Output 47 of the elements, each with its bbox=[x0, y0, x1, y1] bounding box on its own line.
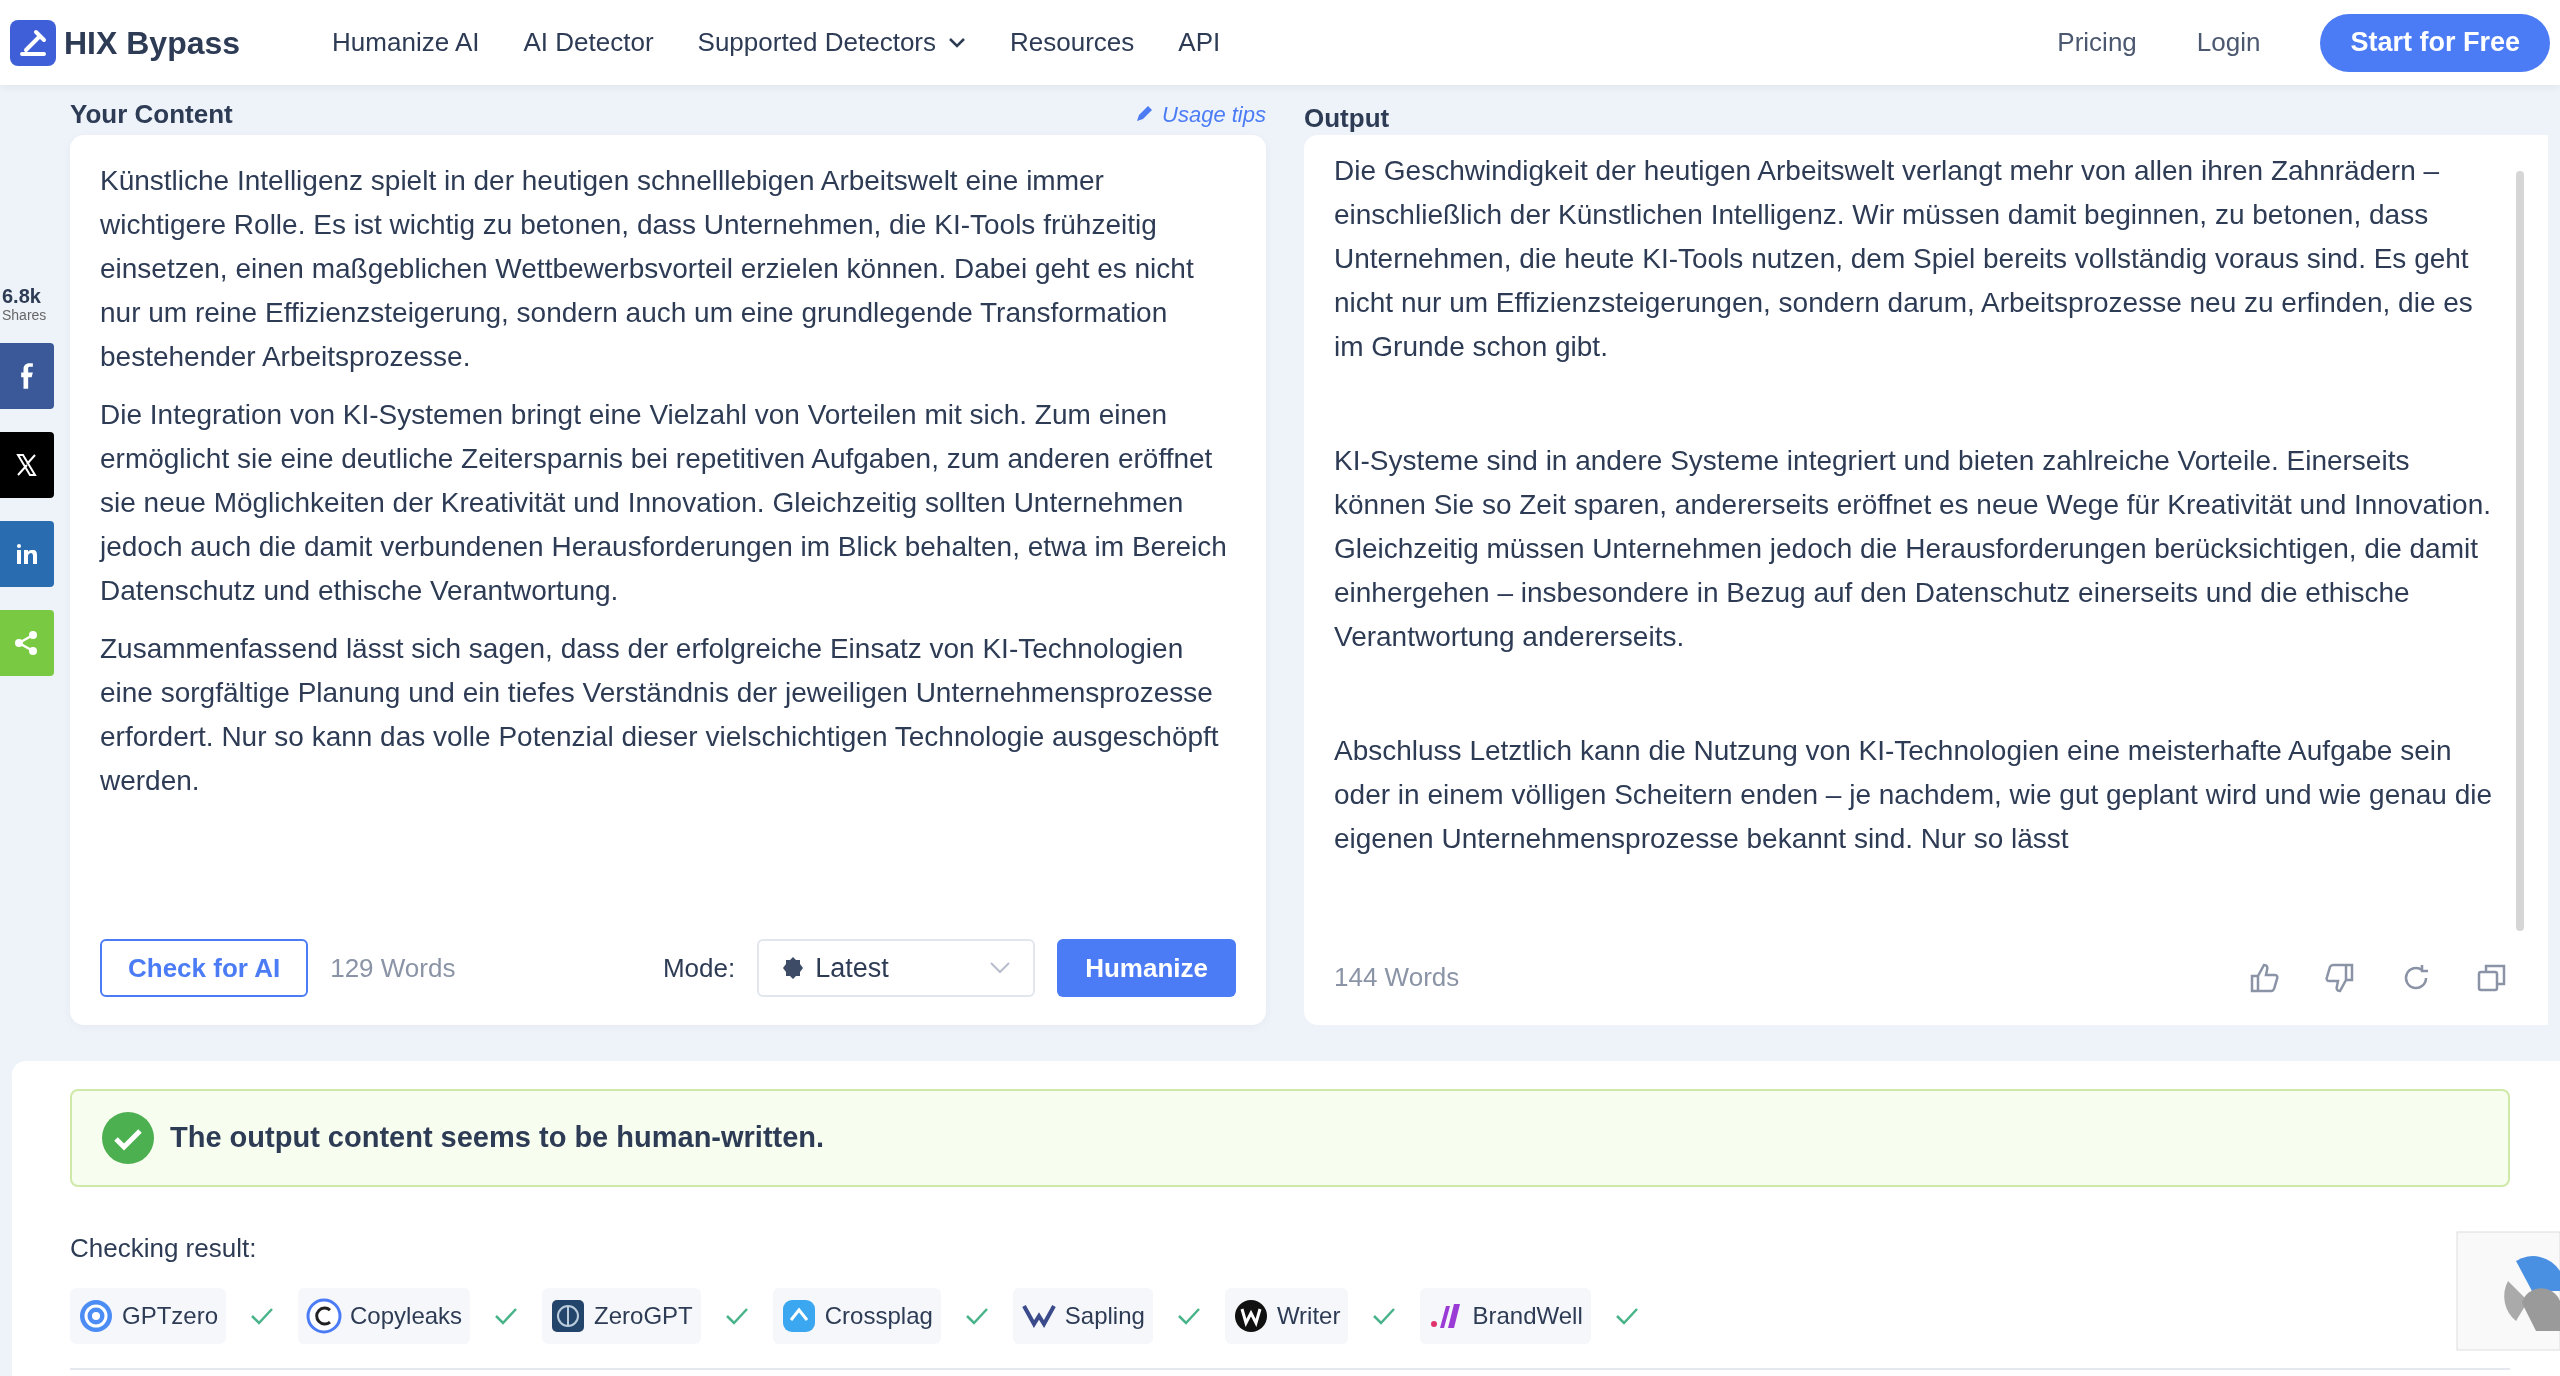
nav-link[interactable]: Humanize AI bbox=[332, 23, 480, 62]
mode-dropdown[interactable]: Latest bbox=[757, 939, 1036, 997]
logo-text[interactable]: HIX Bypass bbox=[64, 18, 241, 67]
chevron-down-icon bbox=[989, 961, 1012, 975]
check-ai-button[interactable]: Check for AI bbox=[100, 939, 309, 997]
detector-chip: ZeroGPT bbox=[542, 1288, 701, 1344]
output-text: Die Geschwindigkeit der heutigen Arbeitswelt verlangt mehr von allen ihren Zahnrädern – einschließlich der Künstlichen Intelligenz. Wir müssen damit beginnen, zu betonen, dass Unternehmen, die heute KI-Tools nutzen, dem Spiel bereits vollständig voraus sind. Es geht nicht nur um Effizienzsteigerungen, sondern darum, Arbeitsprozesse neu zu erfinden, die es im Grunde schon gibt. KI-Systeme sind in andere Systeme integriert und bieten zahlreiche Vorteile. Einerseits können Sie so Zeit sparen, andererseits eröffnet es neue Wege für Kreativität und Innovation. Gleichzeitig müssen Unternehmen jedoch die Herausforderungen berücksichtigen, die damit einhergehen – insbesondere in Bezug auf den Datenschutz einerseits und die ethische Verantwortung andererseits. Abschluss Letztlich kann die Nutzung von KI-Technologien eine meisterhafte Aufgabe sein oder in einem völligen Scheitern enden – je nachdem, wie gut geplant wird und wie genau die eigenen Unternehmensprozesse bekannt sind. Nur so lässt bbox=[1334, 154, 2494, 856]
nav-link[interactable]: AI Detector bbox=[523, 23, 654, 62]
result-heading: Checking result: bbox=[70, 1232, 258, 1265]
nav-link[interactable]: API bbox=[1178, 23, 1221, 62]
word-count: 129 Words bbox=[330, 951, 456, 985]
pencil-icon bbox=[1134, 104, 1155, 124]
badge-icon bbox=[781, 956, 806, 980]
panel-title: Your Content bbox=[70, 97, 233, 131]
detector-chip: GPTzero bbox=[70, 1288, 227, 1344]
facebook-share-button[interactable] bbox=[0, 343, 54, 409]
nav-link[interactable]: Login bbox=[2196, 23, 2261, 62]
detector-chip: Copyleaks bbox=[298, 1288, 471, 1344]
w-letter-icon bbox=[1232, 1298, 1269, 1334]
detector-chip: Sapling bbox=[1012, 1288, 1153, 1344]
detector-chip: BrandWell bbox=[1420, 1288, 1591, 1344]
thumbs-down-icon[interactable] bbox=[2324, 961, 2356, 994]
start-free-button[interactable]: Start for Free bbox=[2320, 13, 2550, 72]
input-text-area[interactable]: Künstliche Intelligenz spielt in der heutigen schnelllebigen Arbeitswelt eine immer wichtigere Rolle. Es ist wichtig zu betonen, dass Unternehmen, die KI-Tools frühzeitig einsetzen, einen maßgeblichen Wettbewerbsvorteil erzielen können. Dabei geht es nicht nur um reine Effizienzsteigerung, sondern auch um eine grundlegende Transformation bestehender Arbeitsprozesse. Die Integration von KI-Systemen bringt eine Vielzahl von Vorteilen mit sich. Zum einen ermöglicht sie eine deutliche Zeitersparnis bei repetitiven Aufgaben, zum anderen eröffnet sie neue Möglichkeiten der Kreativität und Innovation. Gleichzeitig sollten Unternehmen jedoch auch die damit verbundenen Herausforderungen im Blick behalten, etwa im Bereich Datenschutz und ethische Verantwortung. Zusammenfassend lässt sich sagen, dass der erfolgreiche Einsatz von KI-Technologien eine sorgfältige Planung und ein tiefes Verständnis der jeweiligen Unternehmensprozesse erfordert. Nur so kann das volle Potenzial dieser vielschichtigen Technologie ausgeschöpft werden. bbox=[100, 159, 1236, 939]
detector-chip: Writer bbox=[1224, 1288, 1349, 1344]
share-label: Shares bbox=[1, 307, 47, 323]
target-icon bbox=[78, 1298, 114, 1334]
word-count: 144 Words bbox=[1334, 961, 1460, 994]
nav-link[interactable]: Supported Detectors bbox=[697, 23, 966, 62]
scrollbar-thumb[interactable] bbox=[2516, 171, 2524, 931]
chevron-down-icon bbox=[948, 36, 966, 49]
detector-chip: Crossplag bbox=[772, 1288, 941, 1344]
logo-icon bbox=[10, 19, 56, 66]
share-button[interactable] bbox=[0, 610, 54, 676]
nav-link[interactable]: Resources bbox=[1010, 23, 1135, 62]
linkedin-share-button[interactable] bbox=[0, 521, 54, 587]
thumbs-up-icon[interactable] bbox=[2248, 961, 2280, 994]
mode-label: Mode: bbox=[662, 951, 736, 985]
share-count: 6.8k bbox=[1, 285, 41, 307]
facebook-icon bbox=[20, 361, 34, 391]
panel-title: Output bbox=[1304, 103, 1390, 133]
check-circle-icon bbox=[102, 1112, 154, 1164]
humanize-button[interactable]: Humanize bbox=[1057, 939, 1236, 997]
nav-link[interactable]: Pricing bbox=[2057, 23, 2137, 62]
c-letter-icon bbox=[306, 1298, 343, 1334]
x-share-button[interactable] bbox=[0, 432, 54, 498]
result-message: The output content seems to be human-written. bbox=[170, 1120, 825, 1156]
